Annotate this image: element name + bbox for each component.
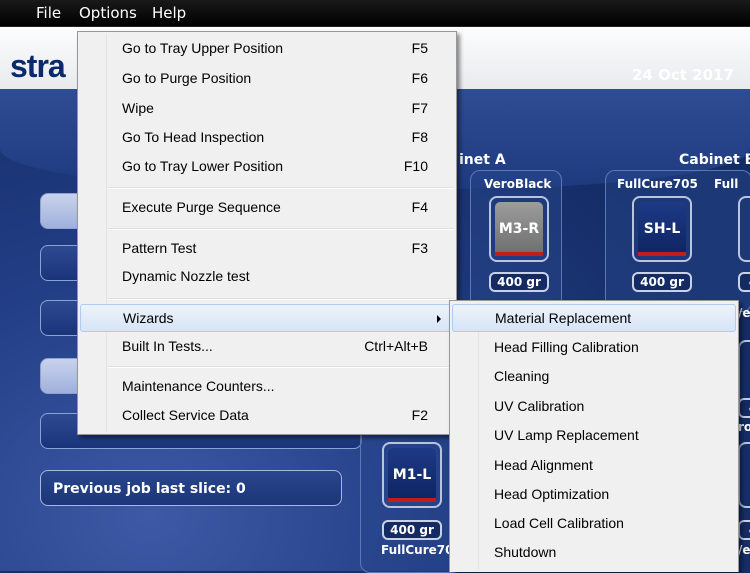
- weight-badge: 400 gr: [632, 272, 692, 292]
- cartridge-label: M3-R: [495, 202, 543, 256]
- weight-badge-partial: 4: [738, 398, 750, 418]
- menu-item-uv-calibration[interactable]: UV Calibration: [452, 393, 736, 421]
- menu-item-purge-position[interactable]: Go to Purge Position F6: [80, 65, 454, 93]
- menu-item-shutdown[interactable]: Shutdown: [452, 539, 736, 567]
- material-name-veroblack: VeroBlack: [484, 177, 552, 191]
- menu-item-label: Cleaning: [494, 368, 550, 384]
- menu-separator: [108, 366, 454, 368]
- menu-file[interactable]: File: [36, 4, 61, 22]
- weight-badge-partial: 4: [738, 520, 750, 540]
- menu-item-label: Head Alignment: [494, 457, 593, 473]
- menu-item-tray-lower[interactable]: Go to Tray Lower Position F10: [80, 153, 454, 181]
- menu-separator: [108, 187, 454, 189]
- menu-item-load-cell-calibration[interactable]: Load Cell Calibration: [452, 510, 736, 538]
- menu-item-label: Material Replacement: [495, 310, 632, 326]
- previous-job-status: Previous job last slice: 0: [40, 470, 342, 506]
- date-label: 24 Oct 2017: [632, 66, 734, 84]
- menu-item-head-inspection[interactable]: Go To Head Inspection F8: [80, 124, 454, 152]
- submenu-arrow-icon: [437, 315, 441, 323]
- cabinet-a-label: inet A: [459, 152, 506, 168]
- cartridge-partial[interactable]: [738, 442, 750, 508]
- menu-item-execute-purge[interactable]: Execute Purge Sequence F4: [80, 194, 454, 222]
- material-partial: ro: [738, 420, 750, 434]
- material-name-fullcure70: FullCure70: [381, 543, 454, 557]
- weight-badge: 400 gr: [382, 520, 442, 540]
- cartridge-label: M1-L: [388, 448, 436, 502]
- menu-separator: [108, 298, 454, 300]
- weight-badge: 400 gr: [489, 272, 549, 292]
- cartridge-m3-r[interactable]: M3-R: [489, 196, 549, 262]
- cartridge-partial[interactable]: [738, 196, 750, 262]
- menu-item-label: Go to Tray Upper Position: [122, 40, 284, 56]
- menu-item-label: Go To Head Inspection: [122, 129, 265, 145]
- menu-item-label: Go to Tray Lower Position: [122, 158, 284, 174]
- menu-item-label: Head Optimization: [494, 486, 610, 502]
- weight-badge-partial: 4: [738, 272, 750, 292]
- menu-item-pattern-test[interactable]: Pattern Test F3: [80, 235, 454, 263]
- menu-item-label: Execute Purge Sequence: [122, 199, 281, 215]
- menu-item-label: Head Filling Calibration: [494, 339, 639, 355]
- cartridge-level-bar: [495, 252, 543, 256]
- menu-item-maintenance-counters[interactable]: Maintenance Counters...: [80, 373, 454, 401]
- menu-item-shortcut: F7: [411, 100, 428, 116]
- menu-item-shortcut: F6: [411, 70, 428, 86]
- menu-item-label: Dynamic Nozzle test: [122, 268, 250, 284]
- menu-item-shortcut: F8: [411, 129, 428, 145]
- menu-separator: [108, 228, 454, 230]
- menu-item-shortcut: F2: [411, 407, 428, 423]
- menu-item-label: Pattern Test: [122, 240, 197, 256]
- menu-item-head-filling-calibration[interactable]: Head Filling Calibration: [452, 334, 736, 362]
- menu-item-built-in-tests[interactable]: Built In Tests... Ctrl+Alt+B: [80, 333, 454, 361]
- menu-bar: File Options Help: [0, 0, 750, 27]
- menu-item-shortcut: Ctrl+Alt+B: [364, 338, 428, 354]
- material-partial: /e: [738, 306, 750, 320]
- menu-item-label: Collect Service Data: [122, 407, 249, 423]
- cartridge-partial[interactable]: [738, 340, 750, 406]
- menu-item-dynamic-nozzle-test[interactable]: Dynamic Nozzle test: [80, 263, 454, 291]
- menu-item-label: Wipe: [122, 100, 154, 116]
- menu-item-label: Wizards: [123, 310, 174, 326]
- menu-item-shortcut: F5: [411, 40, 428, 56]
- menu-item-material-replacement[interactable]: Material Replacement: [452, 304, 736, 332]
- menu-item-label: Shutdown: [494, 544, 557, 560]
- menu-options[interactable]: Options: [79, 4, 137, 22]
- cartridge-level-bar: [388, 498, 436, 502]
- material-partial: /e: [738, 543, 750, 557]
- menu-item-collect-service-data[interactable]: Collect Service Data F2: [80, 402, 454, 430]
- menu-item-shortcut: F4: [411, 199, 428, 215]
- menu-item-tray-upper[interactable]: Go to Tray Upper Position F5: [80, 35, 454, 63]
- cartridge-level-bar: [638, 252, 686, 256]
- menu-item-shortcut: F3: [411, 240, 428, 256]
- cabinet-b-label: Cabinet B: [679, 152, 750, 168]
- menu-help[interactable]: Help: [152, 4, 186, 22]
- menu-item-wizards[interactable]: Wizards: [80, 304, 454, 332]
- material-name-partial: Full: [714, 177, 739, 191]
- menu-item-cleaning[interactable]: Cleaning: [452, 363, 736, 391]
- menu-item-label: UV Lamp Replacement: [494, 427, 639, 443]
- menu-item-wipe[interactable]: Wipe F7: [80, 95, 454, 123]
- wizards-submenu: Material Replacement Head Filling Calibr…: [449, 300, 739, 572]
- menu-item-label: Load Cell Calibration: [494, 515, 624, 531]
- menu-item-head-optimization[interactable]: Head Optimization: [452, 481, 736, 509]
- menu-item-uv-lamp-replacement[interactable]: UV Lamp Replacement: [452, 422, 736, 450]
- cartridge-m1-l[interactable]: M1-L: [382, 442, 442, 508]
- options-menu: Go to Tray Upper Position F5 Go to Purge…: [77, 31, 457, 435]
- menu-item-head-alignment[interactable]: Head Alignment: [452, 452, 736, 480]
- logo: stra: [10, 48, 66, 84]
- menu-item-label: Go to Purge Position: [122, 70, 252, 86]
- cartridge-label: SH-L: [638, 202, 686, 256]
- menu-item-label: Maintenance Counters...: [122, 378, 275, 394]
- menu-item-label: UV Calibration: [494, 398, 585, 414]
- menu-item-shortcut: F10: [403, 158, 428, 174]
- material-name-fullcure705: FullCure705: [617, 177, 698, 191]
- menu-item-label: Built In Tests...: [122, 338, 213, 354]
- cartridge-sh-l[interactable]: SH-L: [632, 196, 692, 262]
